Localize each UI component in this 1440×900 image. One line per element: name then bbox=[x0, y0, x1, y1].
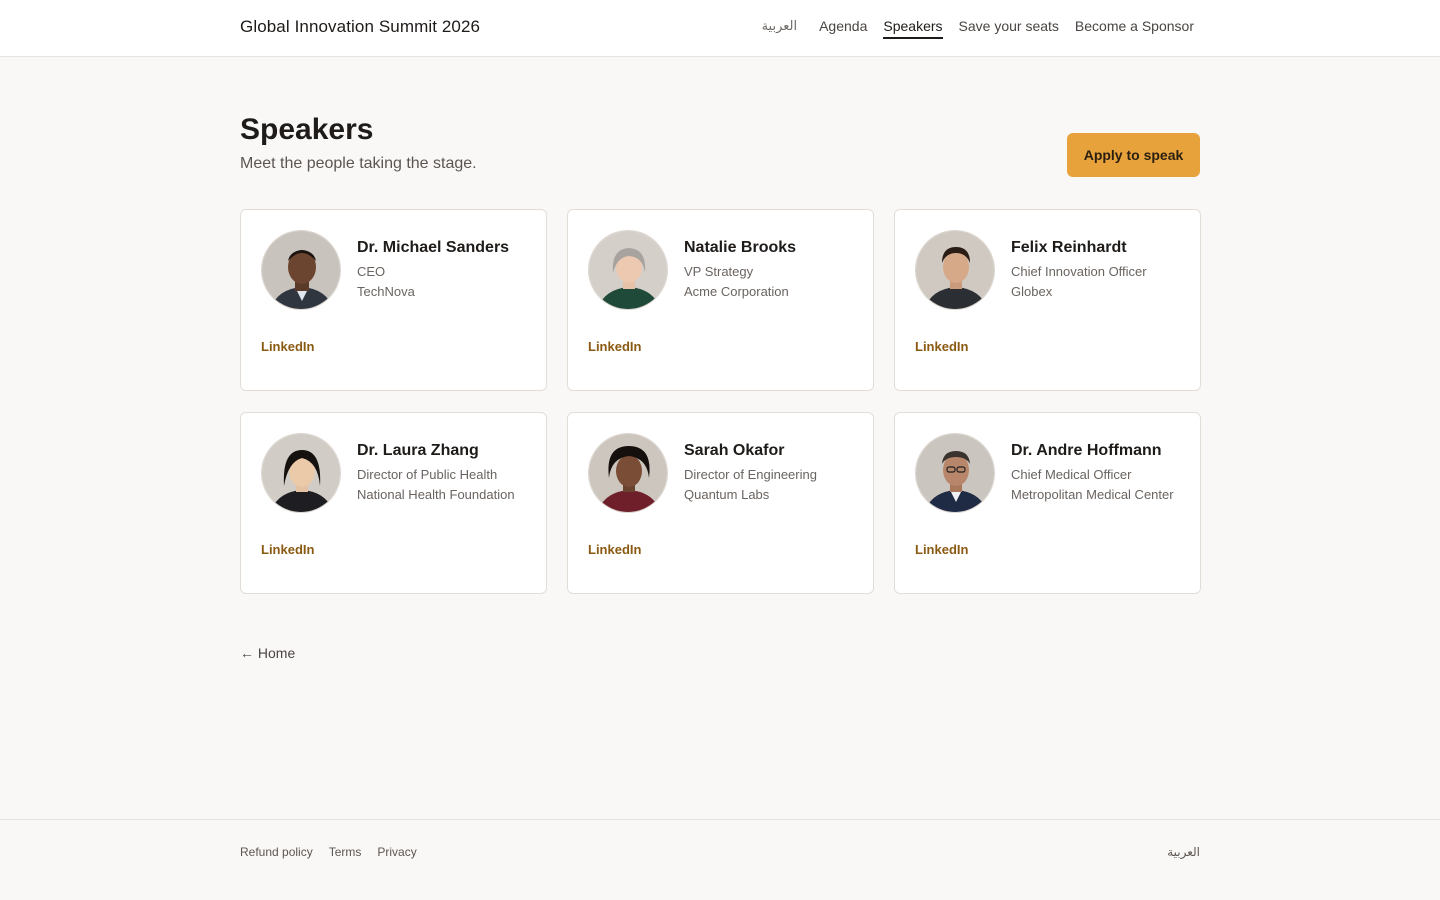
speaker-card: Sarah Okafor Director of Engineering Qua… bbox=[567, 412, 874, 594]
speaker-linkedin-link[interactable]: LinkedIn bbox=[261, 542, 314, 557]
speaker-card: Natalie Brooks VP Strategy Acme Corporat… bbox=[567, 209, 874, 391]
speaker-linkedin-link[interactable]: LinkedIn bbox=[588, 339, 641, 354]
speaker-info: Dr. Michael Sanders CEO TechNova bbox=[357, 239, 529, 302]
speaker-avatar bbox=[588, 433, 668, 513]
back-home-link[interactable]: ← Home bbox=[240, 645, 295, 661]
page-title: Speakers bbox=[240, 113, 374, 146]
nav-language-switch[interactable]: العربية bbox=[762, 18, 798, 39]
nav-agenda[interactable]: Agenda bbox=[819, 18, 867, 39]
speaker-linkedin-link[interactable]: LinkedIn bbox=[588, 542, 641, 557]
speaker-name: Dr. Michael Sanders bbox=[357, 239, 510, 256]
speaker-card: Felix Reinhardt Chief Innovation Officer… bbox=[894, 209, 1201, 391]
speaker-info: Natalie Brooks VP Strategy Acme Corporat… bbox=[684, 239, 856, 302]
speaker-name: Natalie Brooks bbox=[684, 239, 797, 256]
speaker-name: Felix Reinhardt bbox=[1011, 239, 1127, 256]
speaker-card: Dr. Laura Zhang Director of Public Healt… bbox=[240, 412, 547, 594]
speaker-role: Director of Public Health bbox=[357, 467, 498, 482]
speaker-card: Dr. Andre Hoffmann Chief Medical Officer… bbox=[894, 412, 1201, 594]
speaker-linkedin-link[interactable]: LinkedIn bbox=[915, 339, 968, 354]
footer-terms-link[interactable]: Terms bbox=[329, 845, 362, 859]
speaker-name: Dr. Laura Zhang bbox=[357, 442, 479, 459]
speaker-role: Chief Medical Officer bbox=[1011, 467, 1132, 482]
speaker-organization: Globex bbox=[1011, 284, 1053, 299]
page-footer: Refund policy Terms Privacy العربية bbox=[0, 819, 1440, 900]
speaker-organization: TechNova bbox=[357, 284, 415, 299]
speaker-avatar bbox=[261, 433, 341, 513]
speaker-role: VP Strategy bbox=[684, 264, 754, 279]
speakers-grid: Dr. Michael Sanders CEO TechNova LinkedI… bbox=[240, 209, 1201, 594]
speaker-avatar bbox=[261, 230, 341, 310]
main-nav: العربية Agenda Speakers Save your seats … bbox=[762, 18, 1194, 39]
speaker-role: CEO bbox=[357, 264, 386, 279]
speaker-organization: Acme Corporation bbox=[684, 284, 789, 299]
speaker-avatar bbox=[588, 230, 668, 310]
speaker-info: Sarah Okafor Director of Engineering Qua… bbox=[684, 442, 856, 505]
footer-links: Refund policy Terms Privacy bbox=[240, 845, 417, 859]
speaker-card: Dr. Michael Sanders CEO TechNova LinkedI… bbox=[240, 209, 547, 391]
speaker-name: Sarah Okafor bbox=[684, 442, 785, 459]
speaker-role: Director of Engineering bbox=[684, 467, 817, 482]
speaker-info: Felix Reinhardt Chief Innovation Officer… bbox=[1011, 239, 1183, 302]
apply-to-speak-button[interactable]: Apply to speak bbox=[1067, 133, 1200, 177]
footer-privacy-link[interactable]: Privacy bbox=[377, 845, 416, 859]
nav-speakers[interactable]: Speakers bbox=[883, 18, 943, 39]
speaker-info: Dr. Laura Zhang Director of Public Healt… bbox=[357, 442, 529, 505]
speaker-linkedin-link[interactable]: LinkedIn bbox=[261, 339, 314, 354]
speaker-role: Chief Innovation Officer bbox=[1011, 264, 1147, 279]
speaker-name: Dr. Andre Hoffmann bbox=[1011, 442, 1162, 459]
page-subtitle: Meet the people taking the stage. bbox=[240, 155, 477, 172]
speaker-info: Dr. Andre Hoffmann Chief Medical Officer… bbox=[1011, 442, 1183, 505]
nav-become-sponsor[interactable]: Become a Sponsor bbox=[1075, 18, 1194, 39]
speaker-avatar bbox=[915, 433, 995, 513]
site-brand[interactable]: Global Innovation Summit 2026 bbox=[240, 17, 480, 37]
speaker-organization: Metropolitan Medical Center bbox=[1011, 487, 1174, 502]
nav-save-seats[interactable]: Save your seats bbox=[959, 18, 1059, 39]
speaker-linkedin-link[interactable]: LinkedIn bbox=[915, 542, 968, 557]
top-nav-bar: Global Innovation Summit 2026 العربية Ag… bbox=[0, 0, 1440, 57]
speaker-avatar bbox=[915, 230, 995, 310]
speaker-organization: National Health Foundation bbox=[357, 487, 515, 502]
footer-refund-policy-link[interactable]: Refund policy bbox=[240, 845, 313, 859]
speaker-organization: Quantum Labs bbox=[684, 487, 770, 502]
footer-language-switch[interactable]: العربية bbox=[1167, 845, 1200, 859]
